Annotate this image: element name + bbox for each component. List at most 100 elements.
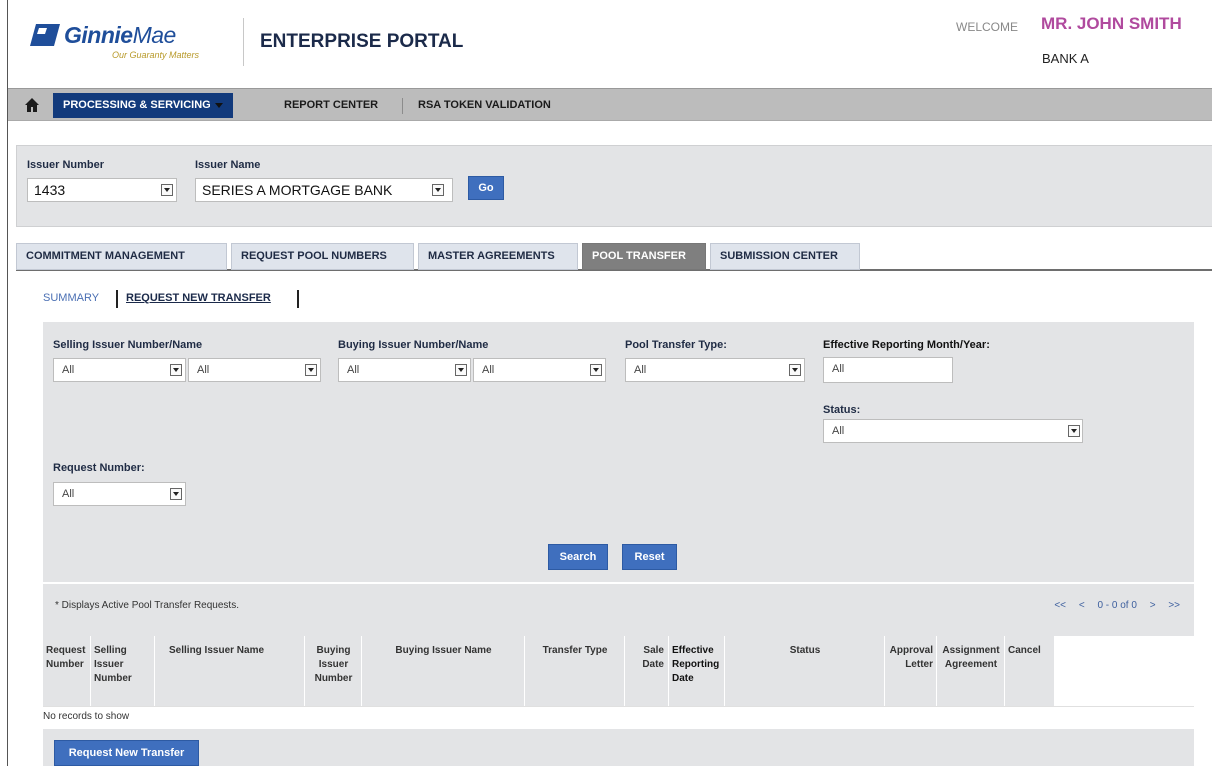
request-new-transfer-button[interactable]: Request New Transfer xyxy=(54,740,199,766)
subtab-request-new-transfer[interactable]: REQUEST NEW TRANSFER xyxy=(126,292,271,304)
home-icon[interactable] xyxy=(24,97,40,113)
column-header[interactable]: Sale Date xyxy=(625,636,669,706)
header-divider xyxy=(243,18,244,66)
grid-header-filler xyxy=(1055,636,1194,706)
issuer-number-value: 1433 xyxy=(34,182,66,198)
nav-rsa-label: RSA TOKEN VALIDATION xyxy=(418,99,551,111)
tab-request-pool-numbers[interactable]: REQUEST POOL NUMBERS xyxy=(231,243,414,270)
issuer-name-value: SERIES A MORTGAGE BANK xyxy=(202,182,393,198)
pool-transfer-type-select[interactable]: All xyxy=(625,358,805,382)
portal-title: ENTERPRISE PORTAL xyxy=(260,31,464,52)
chevron-down-icon[interactable] xyxy=(170,488,182,500)
tab-commitment-management[interactable]: COMMITMENT MANAGEMENT xyxy=(16,243,227,270)
nav-separator xyxy=(402,98,403,114)
footer-toolbar: Request New Transfer xyxy=(43,729,1194,766)
issuer-name-label: Issuer Name xyxy=(195,159,261,171)
buying-number-value: All xyxy=(347,364,360,376)
column-header[interactable]: Approval Letter xyxy=(885,636,937,706)
chevron-down-icon[interactable] xyxy=(1068,425,1080,437)
nav-rsa-token[interactable]: RSA TOKEN VALIDATION xyxy=(408,93,561,118)
header: GinnieMae Our Guaranty Matters ENTERPRIS… xyxy=(8,0,1212,86)
status-select[interactable]: All xyxy=(823,419,1083,443)
no-records-text: No records to show xyxy=(43,711,130,722)
main-nav: PROCESSING & SERVICING REPORT CENTER RSA… xyxy=(8,88,1212,121)
nav-processing-label: PROCESSING & SERVICING xyxy=(63,99,211,111)
column-header[interactable]: Buying Issuer Name xyxy=(362,636,525,706)
results-toolbar: * Displays Active Pool Transfer Requests… xyxy=(43,584,1194,636)
logo-tagline: Our Guaranty Matters xyxy=(112,50,200,60)
column-header[interactable]: Assignment Agreement xyxy=(937,636,1005,706)
chevron-down-icon[interactable] xyxy=(161,184,173,196)
module-tabs: COMMITMENT MANAGEMENT REQUEST POOL NUMBE… xyxy=(16,243,1212,271)
status-label: Status: xyxy=(823,404,861,416)
issuer-number-select[interactable]: 1433 xyxy=(27,178,177,202)
pager-last-button[interactable]: >> xyxy=(1168,600,1180,611)
grid-divider xyxy=(43,706,1194,707)
filter-panel: Selling Issuer Number/Name All All Buyin… xyxy=(43,322,1194,582)
app-frame: GinnieMae Our Guaranty Matters ENTERPRIS… xyxy=(7,0,1212,766)
column-header[interactable]: Cancel xyxy=(1005,636,1055,706)
results-note: * Displays Active Pool Transfer Requests… xyxy=(55,600,239,611)
nav-report-label: REPORT CENTER xyxy=(284,99,379,111)
logo-thin-text: Mae xyxy=(132,22,177,48)
column-header[interactable]: Effective Reporting Date xyxy=(669,636,725,706)
reset-button[interactable]: Reset xyxy=(622,544,677,570)
type-value: All xyxy=(634,364,647,376)
chevron-down-icon[interactable] xyxy=(432,184,444,196)
logo-flag-icon xyxy=(30,24,60,46)
tab-submission-center[interactable]: SUBMISSION CENTER xyxy=(710,243,860,270)
subtab-separator xyxy=(116,290,118,308)
buying-name-value: All xyxy=(482,364,495,376)
chevron-down-icon[interactable] xyxy=(170,364,182,376)
selling-number-value: All xyxy=(62,364,75,376)
go-button[interactable]: Go xyxy=(468,176,504,200)
request-number-select[interactable]: All xyxy=(53,482,186,506)
selling-issuer-name-select[interactable]: All xyxy=(188,358,321,382)
pager: << < 0 - 0 of 0 > >> xyxy=(1044,600,1180,611)
column-header[interactable]: Buying Issuer Number xyxy=(305,636,362,706)
selling-issuer-label: Selling Issuer Number/Name xyxy=(53,339,203,351)
logo-main-text: Ginnie xyxy=(64,22,133,48)
welcome-text: WELCOME xyxy=(956,20,1019,34)
issuer-name-select[interactable]: SERIES A MORTGAGE BANK xyxy=(195,178,453,202)
column-header[interactable]: Transfer Type xyxy=(525,636,625,706)
results-grid-header: Request Number Selling Issuer Number Sel… xyxy=(43,636,1055,706)
chevron-down-icon[interactable] xyxy=(455,364,467,376)
buying-issuer-number-select[interactable]: All xyxy=(338,358,471,382)
issuer-panel: Issuer Number 1433 Issuer Name SERIES A … xyxy=(16,145,1212,227)
user-name[interactable]: MR. JOHN SMITH xyxy=(1041,14,1182,34)
subtab-summary[interactable]: SUMMARY xyxy=(43,292,99,304)
buying-issuer-name-select[interactable]: All xyxy=(473,358,606,382)
search-button[interactable]: Search xyxy=(548,544,608,570)
chevron-down-icon[interactable] xyxy=(305,364,317,376)
ginnie-mae-logo[interactable]: GinnieMae Our Guaranty Matters xyxy=(30,22,230,66)
nav-processing-servicing[interactable]: PROCESSING & SERVICING xyxy=(53,93,233,118)
pager-next-button[interactable]: > xyxy=(1150,600,1156,611)
chevron-down-icon xyxy=(214,102,223,108)
subtab-separator xyxy=(297,290,299,308)
tab-pool-transfer[interactable]: POOL TRANSFER xyxy=(582,243,706,270)
effective-reporting-label: Effective Reporting Month/Year: xyxy=(823,339,990,351)
issuer-number-label: Issuer Number xyxy=(27,159,105,171)
status-value: All xyxy=(832,425,845,437)
chevron-down-icon[interactable] xyxy=(789,364,801,376)
column-header[interactable]: Selling Issuer Number xyxy=(91,636,155,706)
column-header[interactable]: Status xyxy=(725,636,885,706)
request-value: All xyxy=(62,488,75,500)
selling-issuer-number-select[interactable]: All xyxy=(53,358,186,382)
bank-name: BANK A xyxy=(1042,51,1089,66)
pool-transfer-type-label: Pool Transfer Type: xyxy=(625,339,727,351)
effective-reporting-input[interactable]: All xyxy=(823,357,953,383)
column-header[interactable]: Selling Issuer Name xyxy=(155,636,305,706)
buying-issuer-label: Buying Issuer Number/Name xyxy=(338,339,489,351)
effective-value: All xyxy=(832,363,845,375)
selling-name-value: All xyxy=(197,364,210,376)
pager-prev-button[interactable]: < xyxy=(1079,600,1085,611)
pager-first-button[interactable]: << xyxy=(1054,600,1066,611)
chevron-down-icon[interactable] xyxy=(590,364,602,376)
nav-report-center[interactable]: REPORT CENTER xyxy=(274,93,388,118)
pager-info: 0 - 0 of 0 xyxy=(1097,600,1137,611)
tab-master-agreements[interactable]: MASTER AGREEMENTS xyxy=(418,243,578,270)
request-number-label: Request Number: xyxy=(53,462,145,474)
column-header[interactable]: Request Number xyxy=(43,636,91,706)
